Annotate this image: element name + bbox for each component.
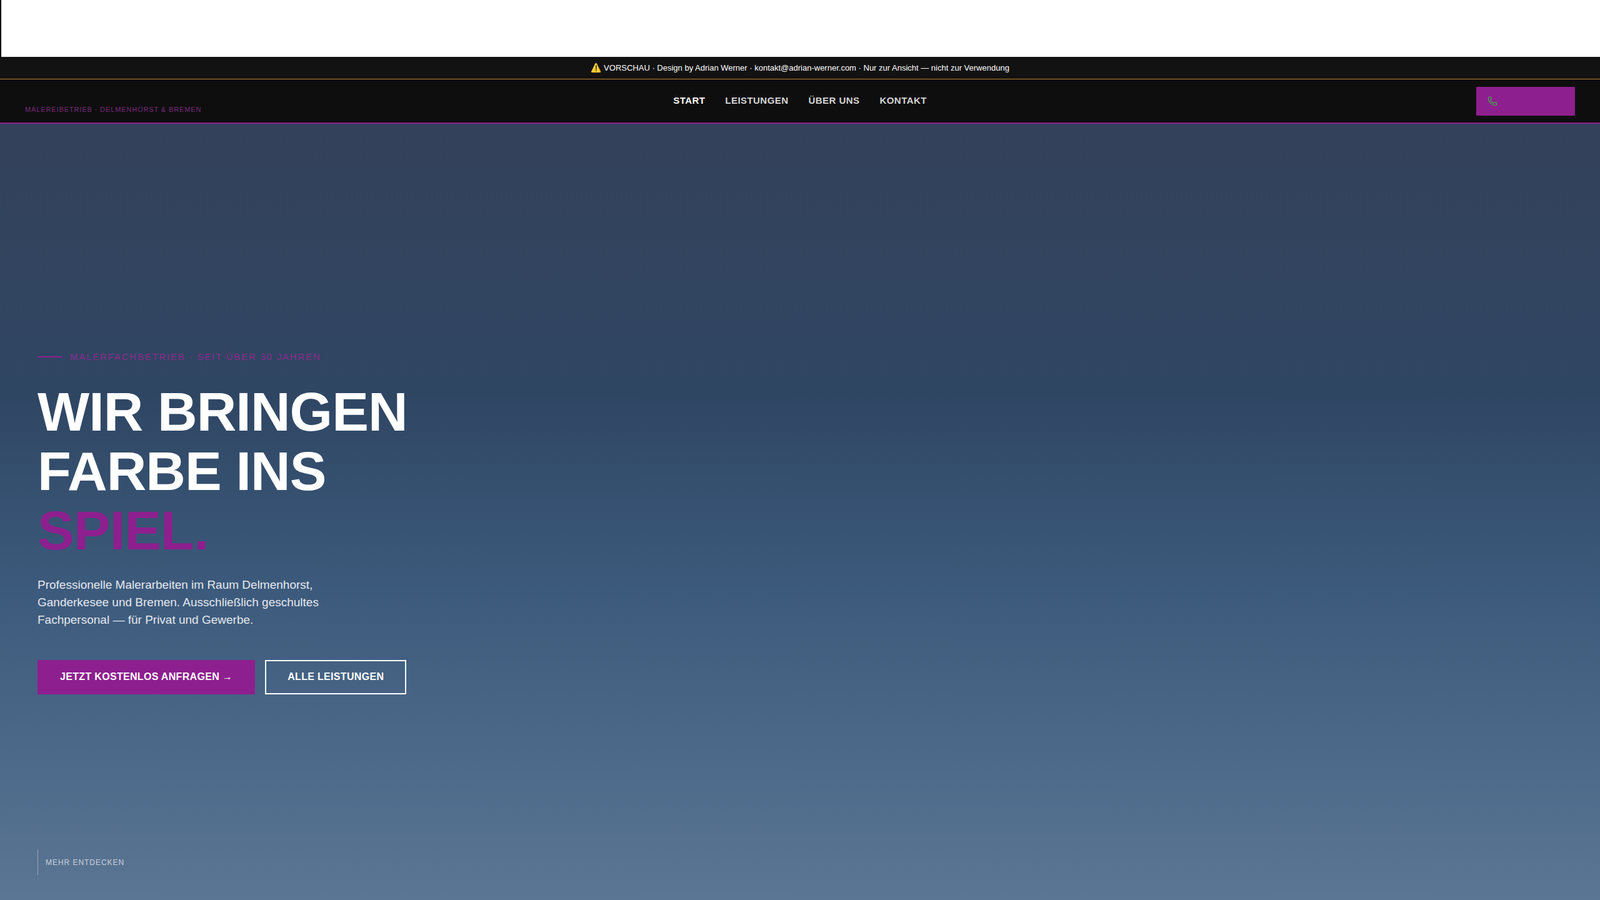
scroll-hint[interactable]: MEHR ENTDECKEN [37,850,1563,875]
phone-button[interactable] [1476,86,1575,116]
heading-line: FARBE INS [37,441,1563,501]
nav-item[interactable]: LEISTUNGEN [725,93,789,109]
page: ⚠️VORSCHAU · Design by Adrian Werner · k… [0,0,1600,900]
hero-eyebrow: MALERFACHBETRIEB · SEIT ÜBER 30 JAHREN [37,350,1563,365]
eyebrow-line [37,356,63,358]
brand-tagline[interactable]: MALEREIBETRIEB · DELMENHORST & BREMEN [25,105,202,114]
heading-line: WIR BRINGEN [37,381,1563,442]
inquiry-button[interactable]: JETZT KOSTENLOS ANFRAGEN → [37,660,255,695]
nav-item[interactable]: START [673,93,705,109]
hero: MALERFACHBETRIEB · SEIT ÜBER 30 JAHREN WI… [0,123,1600,900]
hero-content: MALERFACHBETRIEB · SEIT ÜBER 30 JAHREN WI… [37,123,1563,695]
hero-heading: WIR BRINGENFARBE INSSPIEL. [37,381,1563,560]
heading-line: SPIEL. [37,500,1563,560]
preview-banner: ⚠️VORSCHAU · Design by Adrian Werner · k… [0,56,1600,80]
top-blank [0,0,1600,57]
phone-icon [1487,96,1498,107]
nav-item[interactable]: ÜBER UNS [808,93,860,109]
scroll-line [37,850,39,875]
services-button[interactable]: ALLE LEISTUNGEN [265,660,407,695]
banner-text: VORSCHAU · Design by Adrian Werner · kon… [603,61,1010,75]
navbar: MALEREIBETRIEB · DELMENHORST & BREMEN STA… [0,79,1600,124]
nav-menu: START LEISTUNGEN ÜBER UNS KONTAKT [673,93,927,109]
warning-icon: ⚠️ [590,61,602,75]
nav-item[interactable]: KONTAKT [879,93,927,109]
hero-buttons: JETZT KOSTENLOS ANFRAGEN → ALLE LEISTUNGE… [37,660,1563,695]
hero-paragraph: Professionelle Malerarbeiten im Raum Del… [37,576,338,629]
